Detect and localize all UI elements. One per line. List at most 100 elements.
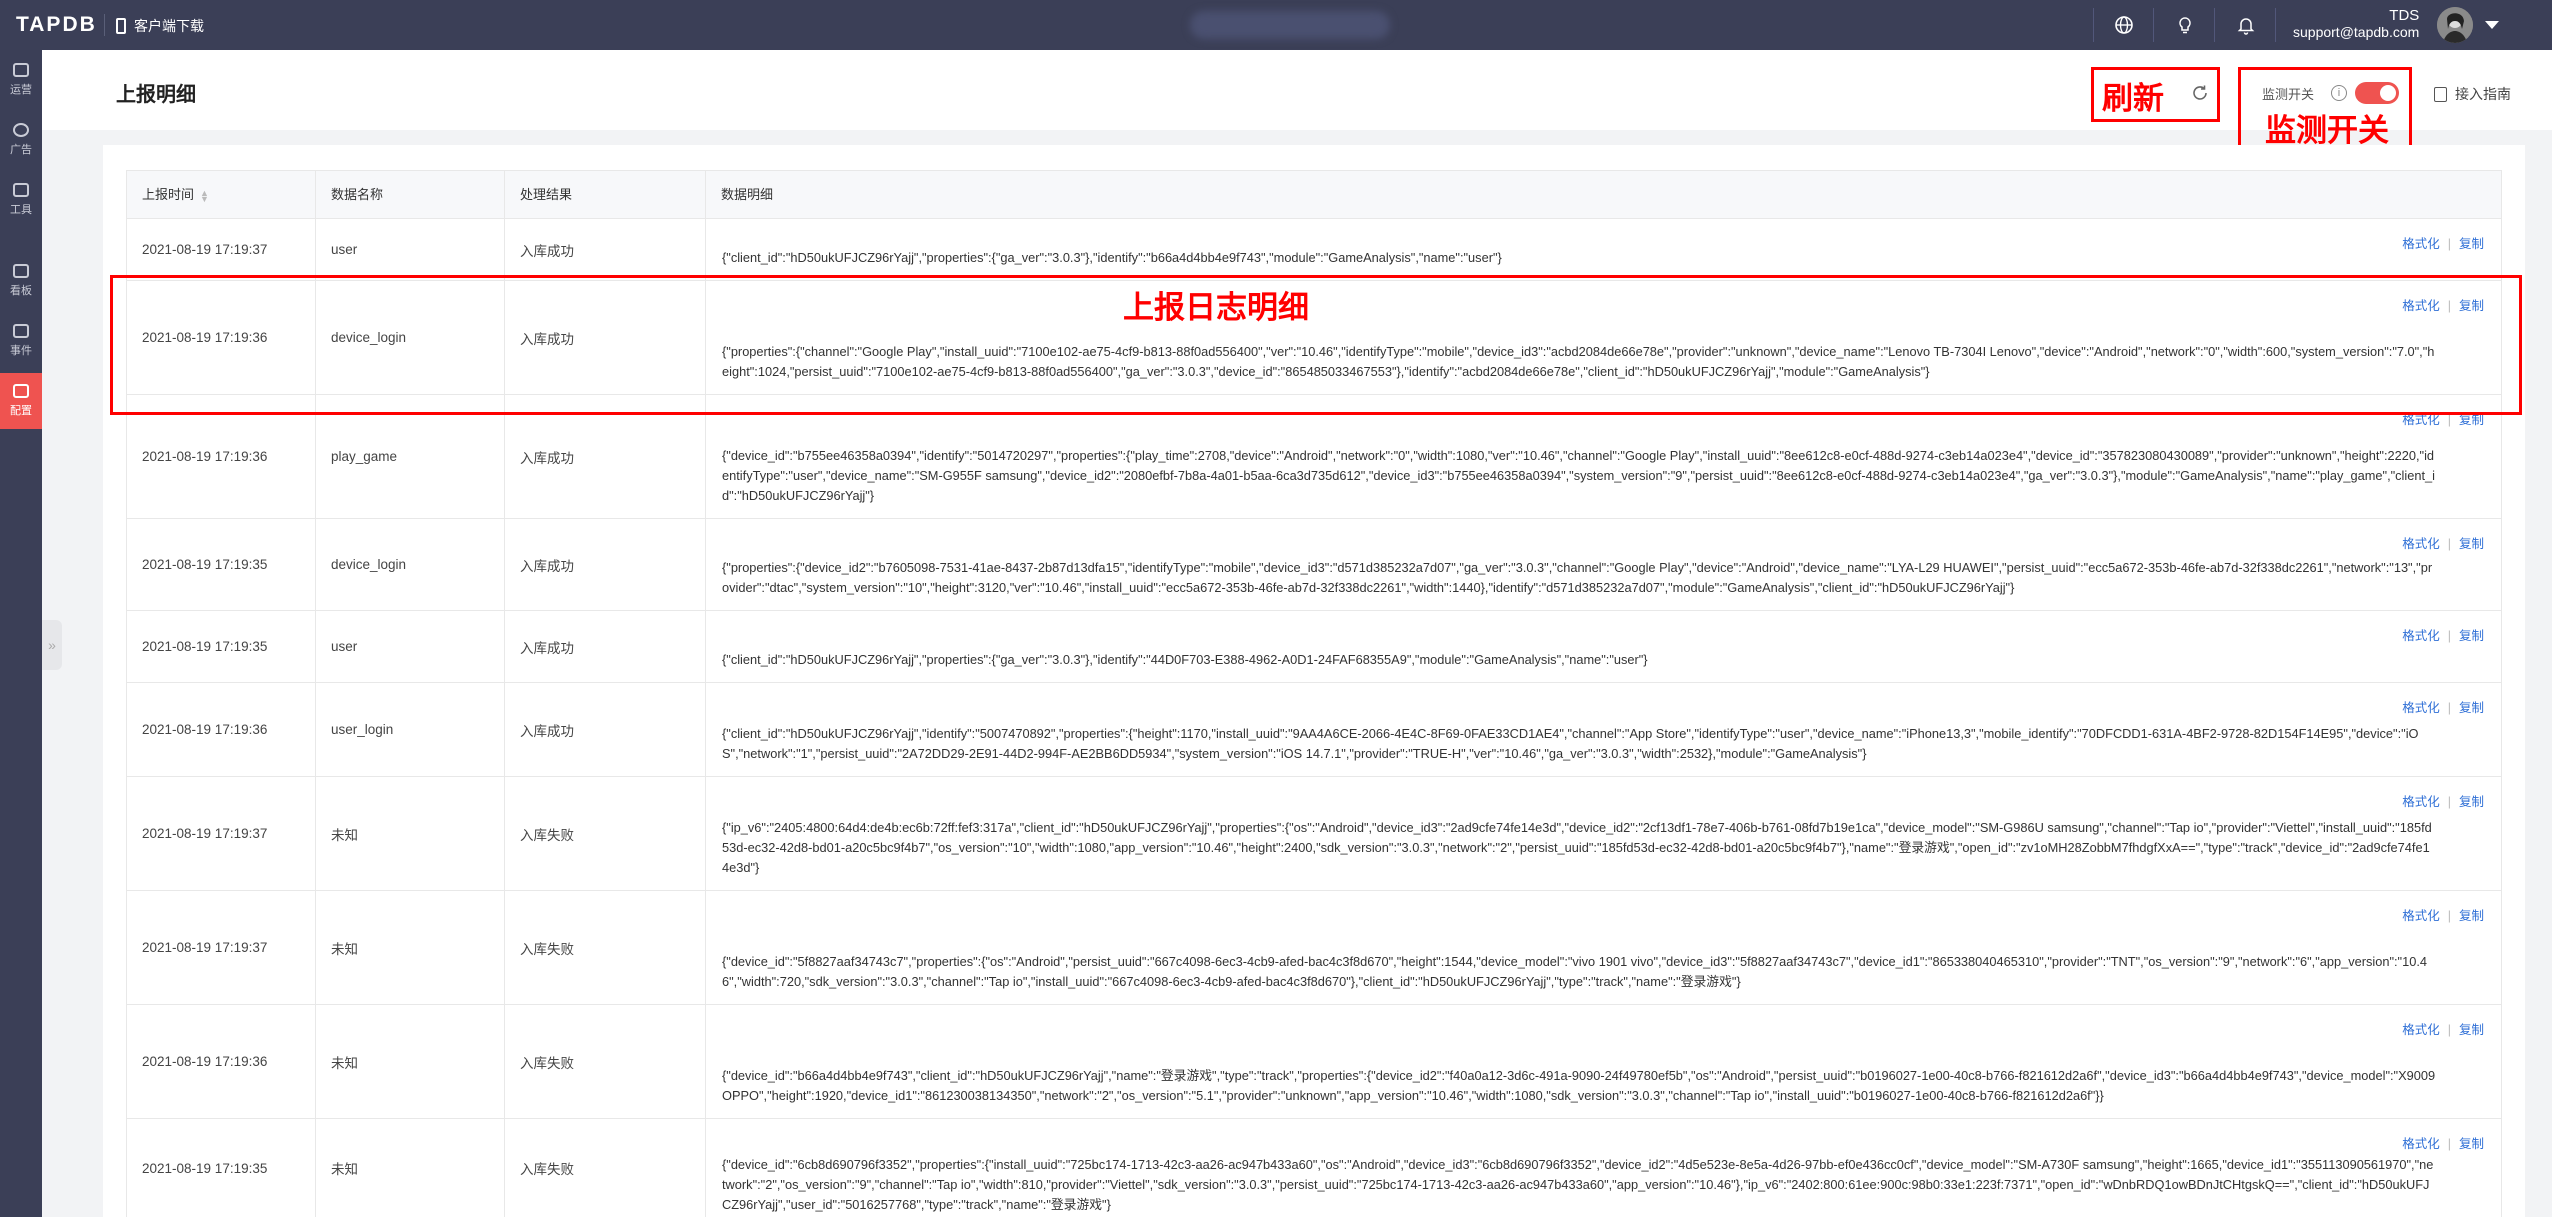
- copy-button[interactable]: 复制: [2459, 1023, 2484, 1037]
- copy-button[interactable]: 复制: [2459, 1137, 2484, 1151]
- name-cell: 未知: [316, 777, 505, 890]
- sidebar-item-tools[interactable]: 工具: [0, 172, 42, 228]
- monitor-toggle[interactable]: [2355, 82, 2399, 104]
- row-actions: 格式化 | 复制: [2402, 537, 2484, 551]
- detail-cell: {"device_id":"5f8827aaf34743c7","propert…: [706, 891, 2436, 1004]
- column-header-time[interactable]: 上报时间 ▲ ▼: [127, 171, 316, 218]
- time-cell: 2021-08-19 17:19:36: [127, 1005, 316, 1118]
- name-cell: 未知: [316, 891, 505, 1004]
- sidebar-item-label: 运营: [10, 84, 32, 96]
- event-icon: [13, 324, 29, 338]
- sidebar: 运营 广告 工具 看板 事件 配置: [0, 50, 42, 1217]
- blurred-project-selector[interactable]: [1190, 11, 1390, 39]
- detail-json: {"device_id":"b66a4d4bb4e9f743","client_…: [722, 1068, 2436, 1103]
- user-info[interactable]: TDS support@tapdb.com: [2293, 7, 2419, 41]
- sidebar-item-ads[interactable]: 广告: [0, 112, 42, 168]
- format-button[interactable]: 格式化: [2402, 909, 2440, 923]
- avatar[interactable]: [2437, 7, 2473, 43]
- detail-json: {"ip_v6":"2405:4800:64d4:de4b:ec6b:72ff:…: [722, 820, 2432, 875]
- integration-guide-link[interactable]: 接入指南: [2434, 84, 2511, 104]
- copy-button[interactable]: 复制: [2459, 413, 2484, 427]
- format-button[interactable]: 格式化: [2402, 537, 2440, 551]
- download-label: 客户端下载: [134, 18, 204, 34]
- result-cell: 入库失败: [505, 1005, 706, 1118]
- bell-icon[interactable]: [2235, 14, 2257, 36]
- table-row: 2021-08-19 17:19:36 未知 入库失败 {"device_id"…: [126, 1005, 2502, 1119]
- detail-cell: {"client_id":"hD50ukUFJCZ96rYajj","prope…: [706, 219, 2436, 280]
- table-row: 2021-08-19 17:19:35 user 入库成功 {"client_i…: [126, 611, 2502, 683]
- guide-label: 接入指南: [2455, 86, 2511, 102]
- name-cell: user_login: [316, 683, 505, 776]
- detail-json: {"client_id":"hD50ukUFJCZ96rYajj","ident…: [722, 726, 2419, 761]
- table-row: 2021-08-19 17:19:37 未知 入库失败 {"device_id"…: [126, 891, 2502, 1005]
- format-button[interactable]: 格式化: [2402, 1023, 2440, 1037]
- divider: [2153, 8, 2154, 42]
- format-button[interactable]: 格式化: [2402, 413, 2440, 427]
- divider: [2214, 8, 2215, 42]
- time-cell: 2021-08-19 17:19:35: [127, 1119, 316, 1217]
- detail-cell: {"client_id":"hD50ukUFJCZ96rYajj","prope…: [706, 611, 2436, 682]
- chart-icon: [13, 63, 29, 77]
- document-icon: [2434, 86, 2447, 102]
- page-title: 上报明细: [116, 84, 196, 106]
- sidebar-item-config[interactable]: 配置: [0, 373, 42, 429]
- table-row: 2021-08-19 17:19:36 user_login 入库成功 {"cl…: [126, 683, 2502, 777]
- row-actions: 格式化 | 复制: [2402, 909, 2484, 923]
- sidebar-item-label: 工具: [10, 204, 32, 216]
- config-icon: [13, 384, 29, 398]
- table-row: 2021-08-19 17:19:37 user 入库成功 {"client_i…: [126, 219, 2502, 281]
- detail-cell: {"ip_v6":"2405:4800:64d4:de4b:ec6b:72ff:…: [706, 777, 2436, 890]
- monitor-switch-label: 监测开关: [2262, 87, 2315, 102]
- copy-button[interactable]: 复制: [2459, 909, 2484, 923]
- column-header-label: 上报时间: [142, 187, 195, 202]
- phone-icon: [116, 18, 126, 34]
- dashboard-icon: [13, 264, 29, 278]
- copy-button[interactable]: 复制: [2459, 237, 2484, 251]
- user-name: TDS: [2389, 7, 2420, 24]
- result-cell: 入库失败: [505, 777, 706, 890]
- download-client-link[interactable]: 客户端下载: [116, 16, 204, 36]
- time-cell: 2021-08-19 17:19:37: [127, 891, 316, 1004]
- result-cell: 入库成功: [505, 611, 706, 682]
- column-header-name: 数据名称: [316, 171, 505, 218]
- chevron-down-icon[interactable]: [2485, 21, 2499, 29]
- time-cell: 2021-08-19 17:19:37: [127, 219, 316, 280]
- refresh-icon[interactable]: [2189, 82, 2211, 104]
- divider: [2275, 8, 2276, 42]
- time-cell: 2021-08-19 17:19:35: [127, 611, 316, 682]
- format-button[interactable]: 格式化: [2402, 629, 2440, 643]
- globe-icon[interactable]: [2113, 14, 2135, 36]
- copy-button[interactable]: 复制: [2459, 537, 2484, 551]
- format-button[interactable]: 格式化: [2402, 701, 2440, 715]
- result-cell: 入库失败: [505, 1119, 706, 1217]
- table-row: 2021-08-19 17:19:37 未知 入库失败 {"ip_v6":"24…: [126, 777, 2502, 891]
- row-actions: 格式化 | 复制: [2402, 795, 2484, 809]
- toggle-knob: [2380, 85, 2396, 101]
- sidebar-item-label: 配置: [10, 405, 32, 417]
- detail-json: {"device_id":"6cb8d690796f3352","propert…: [722, 1157, 2434, 1212]
- table-header: 上报时间 ▲ ▼ 数据名称 处理结果 数据明细: [126, 170, 2502, 219]
- copy-button[interactable]: 复制: [2459, 795, 2484, 809]
- annotation-label-monitor: 监测开关: [2265, 113, 2389, 148]
- lightbulb-icon[interactable]: [2174, 14, 2196, 36]
- detail-json: {"client_id":"hD50ukUFJCZ96rYajj","prope…: [722, 250, 1502, 265]
- app-logo[interactable]: TAPDB: [16, 13, 97, 37]
- sidebar-item-operation[interactable]: 运营: [0, 52, 42, 108]
- format-button[interactable]: 格式化: [2402, 237, 2440, 251]
- sidebar-item-dashboard[interactable]: 看板: [0, 253, 42, 309]
- annotation-label-refresh: 刷新: [2102, 81, 2164, 116]
- format-button[interactable]: 格式化: [2402, 795, 2440, 809]
- sidebar-collapse-handle[interactable]: »: [42, 620, 62, 670]
- info-icon[interactable]: i: [2331, 85, 2347, 101]
- sort-icon[interactable]: ▲ ▼: [200, 188, 209, 203]
- row-actions: 格式化 | 复制: [2402, 1023, 2484, 1037]
- row-actions: 格式化 | 复制: [2402, 701, 2484, 715]
- sidebar-item-events[interactable]: 事件: [0, 313, 42, 369]
- sidebar-item-label: 事件: [10, 345, 32, 357]
- copy-button[interactable]: 复制: [2459, 701, 2484, 715]
- name-cell: device_login: [316, 519, 505, 610]
- result-cell: 入库失败: [505, 891, 706, 1004]
- copy-button[interactable]: 复制: [2459, 629, 2484, 643]
- column-header-detail: 数据明细: [721, 187, 774, 202]
- format-button[interactable]: 格式化: [2402, 1137, 2440, 1151]
